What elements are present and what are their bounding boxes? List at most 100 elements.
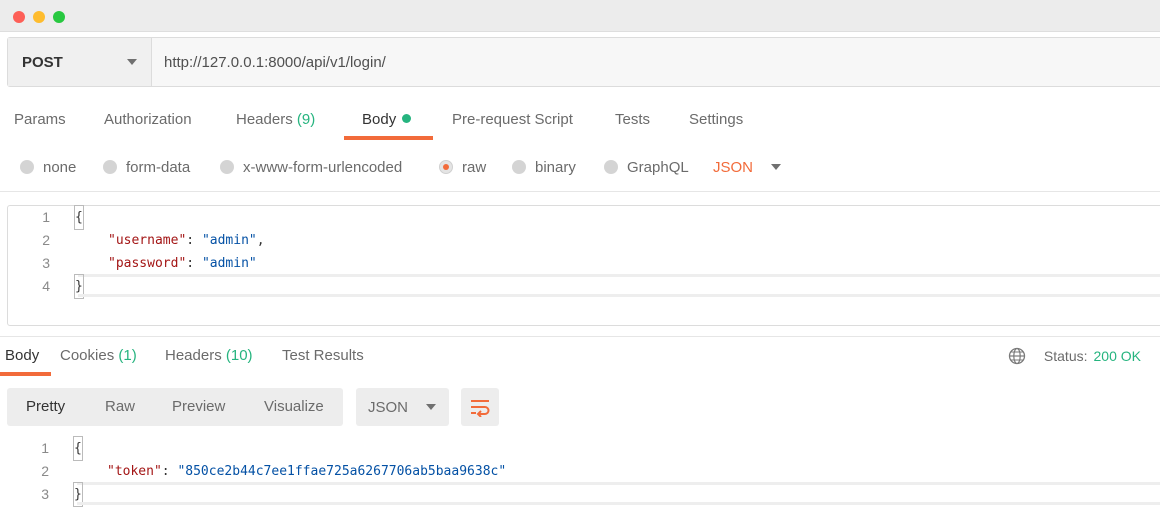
body-type-options: none form-data x-www-form-urlencoded raw… [0, 154, 1160, 180]
tab-settings[interactable]: Settings [689, 104, 743, 140]
active-tab-underline [344, 136, 433, 140]
wrap-lines-button[interactable] [461, 388, 499, 426]
radio-icon [512, 160, 526, 174]
tab-count: (9) [296, 111, 316, 128]
line-number: 1 [42, 209, 50, 225]
maximize-window-button[interactable] [53, 11, 65, 23]
radio-icon [103, 160, 117, 174]
radio-binary[interactable]: binary [512, 154, 576, 180]
radio-label: GraphQL [627, 158, 689, 176]
current-line-highlight [78, 294, 1160, 297]
json-key: "token" [107, 464, 162, 479]
tab-params[interactable]: Params [14, 104, 66, 140]
json-tail: , [256, 233, 265, 248]
view-preview-button[interactable]: Preview [172, 388, 225, 426]
line-number: 4 [42, 278, 50, 294]
active-tab-underline [0, 372, 51, 376]
response-status: Status: 200 OK [1008, 346, 1141, 366]
radio-icon [20, 160, 34, 174]
code-line: 2 "token": "850ce2b44c7ee1ffae725a626770… [0, 460, 1160, 483]
radio-x-www-form-urlencoded[interactable]: x-www-form-urlencoded [220, 154, 402, 180]
tab-label: Test Results [282, 347, 364, 364]
json-key: "password" [108, 256, 187, 271]
chevron-down-icon [771, 164, 782, 170]
tab-pre-request-script[interactable]: Pre-request Script [452, 104, 573, 140]
radio-selected-icon [439, 160, 453, 174]
code-text: "username": "admin", [108, 229, 265, 252]
method-select[interactable]: POST [8, 38, 152, 86]
radio-label: raw [462, 158, 487, 176]
view-raw-button[interactable]: Raw [105, 388, 135, 426]
url-input[interactable] [152, 38, 1160, 86]
tab-label: Cookies [60, 347, 115, 364]
response-body[interactable]: 1 { 2 "token": "850ce2b44c7ee1ffae725a62… [0, 436, 1160, 516]
body-set-indicator-icon [402, 114, 412, 123]
window-titlebar [0, 0, 1160, 32]
code-line: 1 { [0, 436, 1160, 461]
tab-label: Body [362, 111, 397, 128]
radio-label: x-www-form-urlencoded [243, 158, 403, 176]
tab-label: Tests [615, 111, 651, 128]
code-text: { [73, 436, 83, 461]
json-value: "850ce2b44c7ee1ffae725a6267706ab5baa9638… [177, 464, 507, 479]
radio-none[interactable]: none [20, 154, 76, 180]
globe-icon[interactable] [1008, 347, 1026, 365]
radio-icon [604, 160, 618, 174]
response-format-select[interactable]: JSON [356, 388, 449, 426]
json-sep: : [186, 256, 202, 271]
radio-graphql[interactable]: GraphQL [604, 154, 689, 180]
line-number: 2 [41, 463, 49, 479]
close-window-button[interactable] [13, 11, 25, 23]
radio-icon [220, 160, 234, 174]
code-text: "password": "admin" [108, 252, 257, 275]
line-number: 2 [42, 232, 50, 248]
tab-tests[interactable]: Tests [615, 104, 650, 140]
json-sep: : [161, 464, 178, 479]
status-value: 200 OK [1093, 348, 1141, 364]
line-number: 3 [42, 255, 50, 271]
tab-label: Body [5, 347, 40, 364]
view-pretty-button[interactable]: Pretty [26, 388, 65, 426]
json-key: "username" [108, 233, 187, 248]
request-tabs: Params Authorization Headers (9) Body Pr… [0, 104, 1160, 140]
radio-raw[interactable]: raw [439, 154, 486, 180]
chevron-down-icon [426, 404, 437, 410]
json-value: "admin" [201, 256, 257, 271]
tab-count: (10) [225, 347, 253, 364]
chevron-down-icon [127, 59, 137, 65]
response-tab-test-results[interactable]: Test Results [282, 340, 364, 376]
tab-body[interactable]: Body [362, 104, 412, 140]
tab-label: Headers [165, 347, 222, 364]
response-tab-headers[interactable]: Headers (10) [165, 340, 253, 376]
tab-headers[interactable]: Headers (9) [236, 104, 315, 140]
format-label: JSON [368, 398, 409, 416]
json-sep: : [186, 233, 202, 248]
code-text: "token": "850ce2b44c7ee1ffae725a6267706a… [107, 460, 506, 483]
view-visualize-button[interactable]: Visualize [264, 388, 324, 426]
tab-label: Authorization [104, 111, 192, 128]
response-tabs: Body Cookies (1) Headers (10) Test Resul… [0, 340, 1160, 376]
divider [0, 336, 1160, 337]
request-body-editor[interactable]: 1 { 2 "username": "admin", 3 "password":… [7, 205, 1160, 326]
method-label: POST [22, 53, 63, 71]
wrap-lines-icon [471, 400, 490, 417]
code-line: 3 "password": "admin" [8, 252, 1160, 275]
tab-label: Pre-request Script [452, 111, 573, 128]
response-tab-cookies[interactable]: Cookies (1) [60, 340, 137, 376]
response-tab-body[interactable]: Body [5, 340, 39, 376]
response-view-toggle: Pretty Raw Preview Visualize [7, 388, 343, 426]
line-number: 1 [41, 440, 49, 456]
line-number: 3 [41, 486, 49, 502]
tab-count: (1) [118, 347, 137, 364]
code-line: 1 { [8, 205, 1160, 230]
status-label: Status: [1043, 348, 1088, 364]
divider [0, 191, 1160, 192]
minimize-window-button[interactable] [33, 11, 45, 23]
tab-authorization[interactable]: Authorization [104, 104, 192, 140]
radio-form-data[interactable]: form-data [103, 154, 190, 180]
radio-label: form-data [126, 158, 191, 176]
tab-label: Params [14, 111, 66, 128]
request-url-bar: POST [7, 37, 1160, 87]
radio-label: binary [535, 158, 576, 176]
language-select[interactable]: JSON [713, 154, 782, 180]
